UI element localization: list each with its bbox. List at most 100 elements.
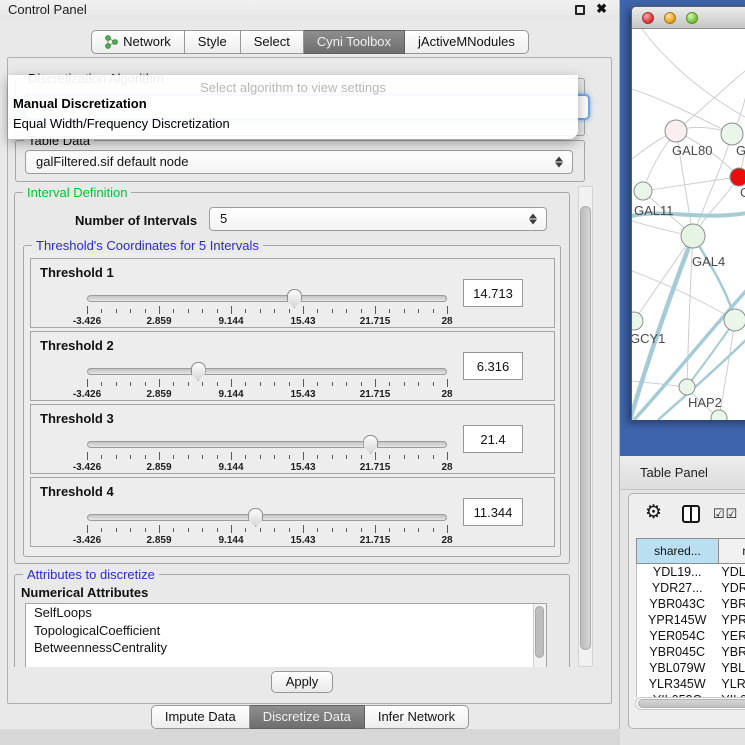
tab-jactivemnodules[interactable]: jActiveMNodules xyxy=(405,30,529,54)
table-row[interactable]: YDR27...YDR2 xyxy=(637,580,745,596)
cell-name[interactable]: YLR3 xyxy=(717,676,745,692)
cell-shared-name[interactable]: YDL19... xyxy=(637,564,717,580)
close-traffic-light-icon[interactable] xyxy=(642,12,654,24)
column-header-name[interactable]: na xyxy=(719,539,745,563)
combo-stepper-icon xyxy=(555,157,563,168)
list-item[interactable]: TopologicalCoefficient xyxy=(26,622,546,640)
number-of-intervals-select[interactable]: 5 xyxy=(209,207,547,231)
network-canvas[interactable]: GAL80 G C GAL11 GAL4 GCY1 H HAP2 xyxy=(632,29,745,420)
table-row[interactable]: YBR043CYBR0 xyxy=(637,596,745,612)
node-gal11[interactable] xyxy=(634,182,652,200)
node-label-hap2: HAP2 xyxy=(688,395,722,410)
attributes-group-title: Attributes to discretize xyxy=(23,567,159,582)
list-scrollbar[interactable] xyxy=(533,604,546,667)
thresholds-group: Threshold's Coordinates for 5 Intervals … xyxy=(23,245,561,557)
slider-track xyxy=(87,514,447,521)
tab-infer-network[interactable]: Infer Network xyxy=(365,705,469,729)
scrollbar-thumb[interactable] xyxy=(580,206,591,650)
tab-style[interactable]: Style xyxy=(185,30,241,54)
node-hap2[interactable] xyxy=(679,379,695,395)
threshold-panel: Threshold 3 -3.4262.8599.14415.4321.7152… xyxy=(30,404,555,474)
table-panel-title-bar: Table Panel xyxy=(620,456,745,490)
split-columns-icon[interactable] xyxy=(682,505,700,523)
node-gal4[interactable] xyxy=(681,224,705,248)
node-selected-red[interactable] xyxy=(730,168,745,186)
tab-select[interactable]: Select xyxy=(241,30,304,54)
cell-shared-name[interactable]: YDR27... xyxy=(637,580,717,596)
cell-shared-name[interactable]: YPR145W xyxy=(637,612,717,628)
threshold-2-value-input[interactable]: 6.316 xyxy=(463,352,523,380)
panel-scrollbar[interactable] xyxy=(578,186,593,667)
dropdown-placeholder: Select algorithm to view settings xyxy=(8,75,578,94)
table-data-group: Table Data galFiltered.sif default node xyxy=(15,140,585,182)
slider-tick-labels: -3.4262.8599.14415.4321.71528 xyxy=(87,389,447,401)
tab-impute-data[interactable]: Impute Data xyxy=(151,705,250,729)
list-item[interactable]: SelfLoops xyxy=(26,604,546,622)
tab-cyni-toolbox[interactable]: Cyni Toolbox xyxy=(304,30,405,54)
table-row[interactable]: YBR045CYBR0 xyxy=(637,644,745,660)
threshold-2-slider[interactable]: -3.4262.8599.14415.4321.71528 xyxy=(87,362,447,400)
cell-name[interactable]: YDR2 xyxy=(717,580,745,596)
attributes-group: Attributes to discretize Numerical Attri… xyxy=(14,574,570,667)
cell-shared-name[interactable]: YBR045C xyxy=(637,644,717,660)
cell-name[interactable]: YPR1 xyxy=(717,612,745,628)
slider-ticks xyxy=(87,306,447,315)
apply-button[interactable]: Apply xyxy=(271,671,333,693)
threshold-3-slider[interactable]: -3.4262.8599.14415.4321.71528 xyxy=(87,435,447,473)
combo-stepper-icon xyxy=(529,214,537,225)
top-tab-bar: Network Style Select Cyni Toolbox jActiv… xyxy=(0,30,620,54)
table-row[interactable]: YLR345WYLR3 xyxy=(637,676,745,692)
scrollbar-thumb[interactable] xyxy=(638,699,745,708)
threshold-1-slider[interactable]: -3.4262.8599.14415.4321.71528 xyxy=(87,289,447,327)
table-horizontal-scrollbar[interactable] xyxy=(635,697,745,710)
cell-shared-name[interactable]: YBR043C xyxy=(637,596,717,612)
threshold-3-value-input[interactable]: 21.4 xyxy=(463,425,523,453)
table-data-select[interactable]: galFiltered.sif default node xyxy=(25,150,573,174)
gear-icon[interactable]: ⚙ xyxy=(645,501,662,525)
node-label-partial-c: C xyxy=(740,185,745,200)
minimize-traffic-light-icon[interactable] xyxy=(664,12,676,24)
table-row[interactable]: YER054CYER0 xyxy=(637,628,745,644)
cell-name[interactable]: YBL0 xyxy=(717,660,745,676)
control-panel: Control Panel ✖ Network Style Select Cyn… xyxy=(0,0,620,729)
node-top-right[interactable] xyxy=(721,123,743,145)
cell-name[interactable]: YER0 xyxy=(717,628,745,644)
panel-title: Control Panel xyxy=(8,2,87,17)
node-gcy1[interactable] xyxy=(632,312,643,330)
close-icon[interactable]: ✖ xyxy=(596,1,607,17)
node-right-mid[interactable] xyxy=(724,309,745,331)
cell-name[interactable]: YBR0 xyxy=(717,596,745,612)
cell-shared-name[interactable]: YLR345W xyxy=(637,676,717,692)
table-row[interactable]: YPR145WYPR1 xyxy=(637,612,745,628)
network-graph: GAL80 G C GAL11 GAL4 GCY1 H HAP2 xyxy=(632,29,745,420)
node-bottom-partial[interactable] xyxy=(711,410,727,420)
network-window-title-bar[interactable] xyxy=(632,7,745,29)
dropdown-option-equal-width[interactable]: Equal Width/Frequency Discretization xyxy=(8,114,578,134)
dropdown-option-manual[interactable]: Manual Discretization xyxy=(8,94,578,114)
slider-ticks xyxy=(87,379,447,388)
cell-shared-name[interactable]: YER054C xyxy=(637,628,717,644)
bottom-tab-bar: Impute Data Discretize Data Infer Networ… xyxy=(0,705,620,729)
node-label-gal11: GAL11 xyxy=(634,203,674,218)
zoom-traffic-light-icon[interactable] xyxy=(686,12,698,24)
network-view-window[interactable]: GAL80 G C GAL11 GAL4 GCY1 H HAP2 xyxy=(631,6,745,420)
numerical-attributes-list[interactable]: SelfLoops TopologicalCoefficient Between… xyxy=(25,603,547,667)
node-label-gcy1: GCY1 xyxy=(632,331,665,346)
cell-shared-name[interactable]: YBL079W xyxy=(637,660,717,676)
threshold-4-value-input[interactable]: 11.344 xyxy=(463,498,523,526)
tab-network[interactable]: Network xyxy=(91,30,185,54)
list-item[interactable]: BetweennessCentrality xyxy=(26,639,546,657)
float-window-icon[interactable] xyxy=(575,5,585,15)
table-row[interactable]: YBL079WYBL0 xyxy=(637,660,745,676)
column-header-shared-name[interactable]: shared... xyxy=(637,539,719,563)
node-gal80[interactable] xyxy=(665,120,687,142)
threshold-4-slider[interactable]: -3.4262.8599.14415.4321.71528 xyxy=(87,508,447,546)
node-label-gal80: GAL80 xyxy=(672,143,712,158)
table-row[interactable]: YDL19...YDL1 xyxy=(637,564,745,580)
tab-discretize-data[interactable]: Discretize Data xyxy=(250,705,365,729)
select-columns-checkbox-icon[interactable]: ☑☑ xyxy=(713,506,738,522)
cell-name[interactable]: YBR0 xyxy=(717,644,745,660)
threshold-1-value-input[interactable]: 14.713 xyxy=(463,279,523,307)
cell-name[interactable]: YDL1 xyxy=(717,564,745,580)
interval-definition-title: Interval Definition xyxy=(23,186,131,200)
